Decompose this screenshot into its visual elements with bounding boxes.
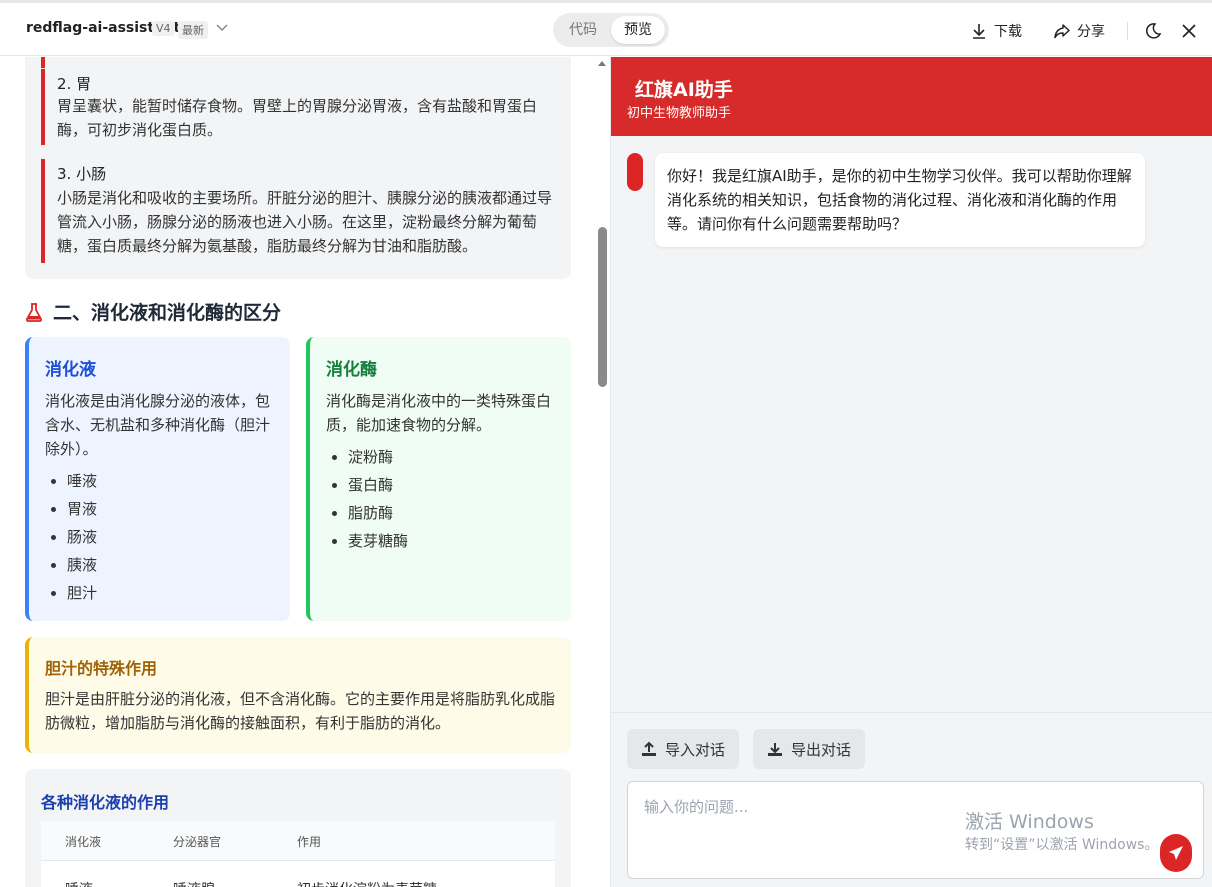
card-title: 消化酶 (326, 360, 377, 380)
tab-code[interactable]: 代码 (559, 17, 607, 43)
import-label: 导入对话 (665, 740, 726, 759)
column-header: 分泌器官 (173, 835, 222, 849)
chat-subtitle: 初中生物教师助手 (627, 106, 732, 121)
chat-messages: 你好！我是红旗AI助手，是你的初中生物学习伙伴。我可以帮助你理解消化系统的相关知… (611, 136, 1212, 712)
list-item: 蛋白酶 (348, 471, 548, 499)
send-button[interactable] (1160, 834, 1192, 872)
preview-pane: 2. 胃 胃呈囊状，能暂时储存食物。胃壁上的胃腺分泌胃液，含有盐酸和胃蛋白酶，可… (0, 57, 610, 887)
download-icon (768, 743, 782, 756)
send-icon (1169, 846, 1183, 860)
list-item: 胃液 (67, 495, 267, 523)
table-row: 唾液 唾液腺 初步消化淀粉为麦芽糖 (41, 861, 555, 887)
download-label: 下载 (994, 24, 1022, 40)
share-button[interactable]: 分享 (1053, 18, 1105, 44)
toolbar-divider (1127, 22, 1128, 40)
chat-header: 红旗AI助手 初中生物教师助手 (611, 57, 1212, 136)
version-badge: V4 (152, 21, 175, 36)
card-title: 消化液 (45, 360, 96, 380)
table-cell: 唾液腺 (173, 879, 215, 887)
export-chat-button[interactable]: 导出对话 (753, 729, 866, 769)
list-item: 麦芽糖酶 (348, 527, 548, 555)
scroll-up-arrow-icon[interactable] (597, 59, 607, 69)
download-icon (973, 24, 985, 39)
step-title: 2. 胃 (57, 75, 92, 93)
upload-icon (642, 741, 656, 756)
step-body: 小肠是消化和吸收的主要场所。肝脏分泌的胆汁、胰腺分泌的胰液都通过导管流入小肠，肠… (57, 189, 553, 255)
table-header: 消化液 分泌器官 作用 (41, 821, 555, 861)
card-description: 消化液是由消化腺分泌的液体，包含水、无机盐和多种消化酶（胆汁除外）。 (45, 392, 271, 458)
export-label: 导出对话 (791, 740, 852, 759)
top-bar: redflag-ai-assistant V4 最新 代码 预览 下载 分享 (0, 0, 1212, 56)
table-cell: 唾液 (65, 879, 93, 887)
table-cell: 初步消化淀粉为麦芽糖 (297, 879, 437, 887)
question-input[interactable] (627, 781, 1204, 879)
chevron-down-icon[interactable] (215, 23, 229, 33)
download-button[interactable]: 下载 (970, 18, 1022, 44)
windows-activation-hint: 转到“设置”以激活 Windows。 (965, 837, 1159, 853)
step-accent-bar (41, 69, 45, 145)
view-toggle: 代码 预览 (553, 13, 669, 47)
chat-title: 红旗AI助手 (635, 79, 733, 101)
card-body: 胆汁是由肝脏分泌的消化液，但不含消化酶。它的主要作用是将脂肪乳化成脂肪微粒，增加… (45, 690, 556, 732)
column-header: 消化液 (65, 835, 102, 849)
step-accent-bar (41, 159, 45, 263)
list-item: 唾液 (67, 467, 267, 495)
digestive-juice-card: 消化液 消化液是由消化腺分泌的液体，包含水、无机盐和多种消化酶（胆汁除外）。 唾… (25, 337, 290, 621)
share-icon (1054, 24, 1070, 39)
scrollbar-thumb[interactable] (598, 227, 607, 387)
list-item: 脂肪酶 (348, 499, 548, 527)
share-label: 分享 (1077, 24, 1105, 40)
enzyme-list: 淀粉酶 蛋白酶 脂肪酶 麦芽糖酶 (348, 443, 548, 555)
bile-note-card: 胆汁的特殊作用 胆汁是由肝脏分泌的消化液，但不含消化酶。它的主要作用是将脂肪乳化… (25, 637, 571, 753)
import-chat-button[interactable]: 导入对话 (627, 729, 740, 769)
section-heading: 二、消化液和消化酶的区分 (25, 298, 281, 325)
step-body: 胃呈囊状，能暂时储存食物。胃壁上的胃腺分泌胃液，含有盐酸和胃蛋白酶，可初步消化蛋… (57, 97, 538, 139)
digestion-steps-card: 2. 胃 胃呈囊状，能暂时储存食物。胃壁上的胃腺分泌胃液，含有盐酸和胃蛋白酶，可… (25, 57, 571, 279)
card-title: 胆汁的特殊作用 (45, 659, 158, 678)
step-accent-bar (41, 57, 45, 68)
digestive-enzyme-card: 消化酶 消化酶是消化液中的一类特殊蛋白质，能加速食物的分解。 淀粉酶 蛋白酶 脂… (306, 337, 571, 621)
list-item: 胰液 (67, 551, 267, 579)
assistant-message: 你好！我是红旗AI助手，是你的初中生物学习伙伴。我可以帮助你理解消化系统的相关知… (655, 153, 1145, 247)
list-item: 胆汁 (67, 579, 267, 607)
chat-input-area: 导入对话 导出对话 激活 Windows 转到“设置”以激活 Windows。 (611, 712, 1212, 887)
flask-icon (25, 302, 43, 322)
card-description: 消化酶是消化液中的一类特殊蛋白质，能加速食物的分解。 (326, 392, 552, 434)
latest-badge: 最新 (178, 21, 208, 39)
windows-activation-watermark: 激活 Windows (965, 811, 1094, 833)
list-item: 淀粉酶 (348, 443, 548, 471)
close-icon[interactable] (1179, 21, 1199, 41)
juice-list: 唾液 胃液 肠液 胰液 胆汁 (67, 467, 267, 607)
section-title: 二、消化液和消化酶的区分 (53, 302, 282, 324)
tab-preview[interactable]: 预览 (611, 16, 665, 44)
column-header: 作用 (297, 835, 322, 849)
list-item: 肠液 (67, 523, 267, 551)
table-title: 各种消化液的作用 (41, 793, 170, 812)
avatar (627, 153, 643, 191)
juice-function-table-card: 各种消化液的作用 消化液 分泌器官 作用 唾液 唾液腺 初步消化淀粉为麦芽糖 (25, 769, 571, 887)
step-title: 3. 小肠 (57, 165, 107, 183)
moon-icon[interactable] (1143, 21, 1163, 41)
